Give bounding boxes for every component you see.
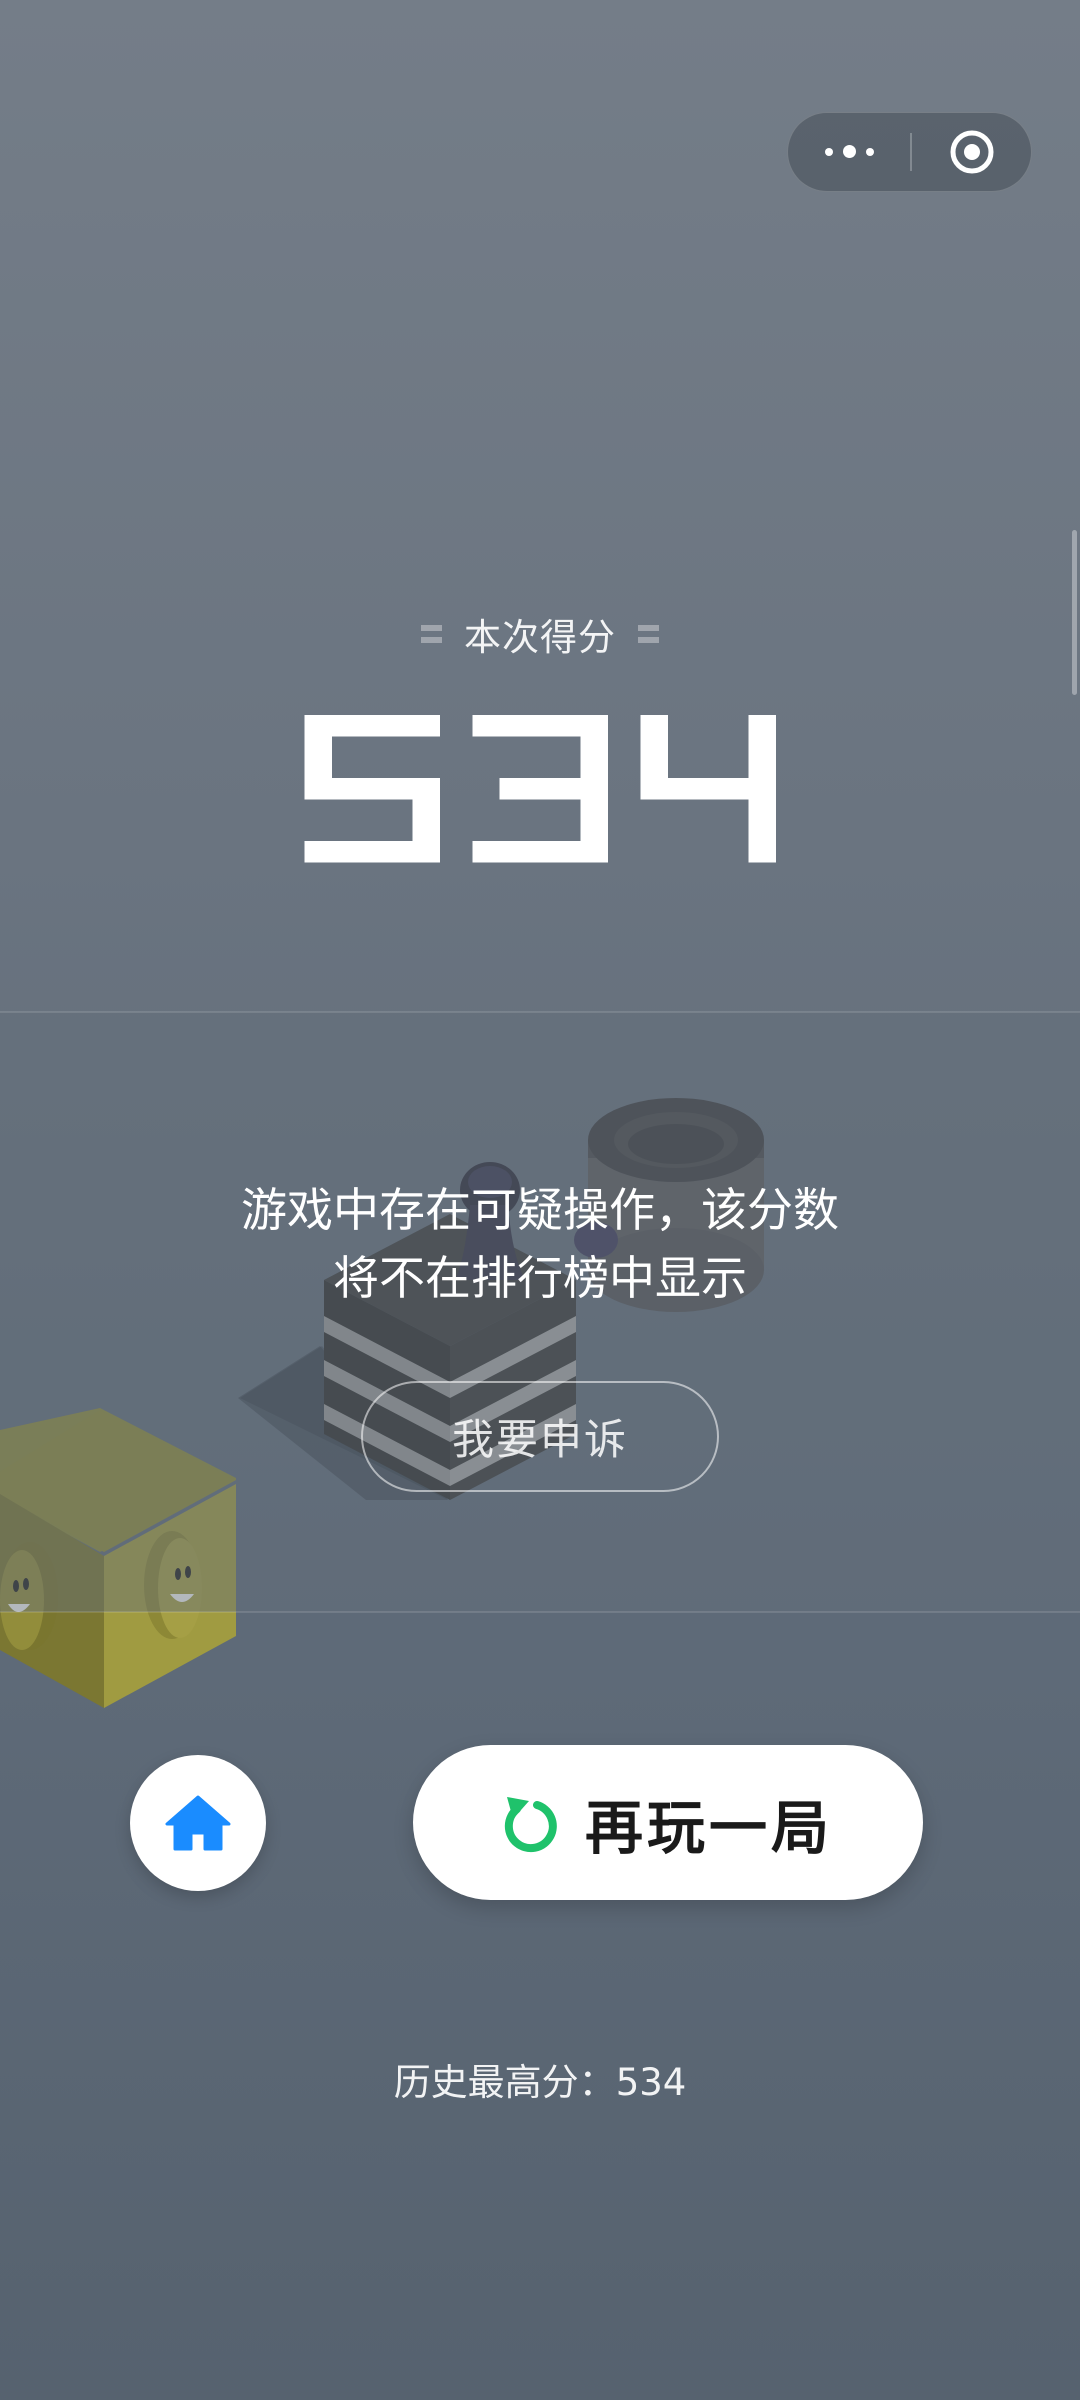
score-label-row: 本次得分 <box>0 604 1080 664</box>
target-circle-icon <box>950 130 994 173</box>
best-score-label: 历史最高分： <box>393 2061 616 2104</box>
notice-line-1: 游戏中存在可疑操作，该分数 <box>241 1183 839 1237</box>
scrollbar[interactable] <box>1072 530 1077 695</box>
score-value <box>0 705 1080 875</box>
best-score: 历史最高分：534 <box>0 2052 1080 2106</box>
score-digit <box>304 715 440 863</box>
miniprogram-capsule <box>787 112 1032 192</box>
suspicious-play-notice: 游戏中存在可疑操作，该分数 将不在排行榜中显示 <box>140 1176 940 1312</box>
divider-bottom <box>0 1611 1080 1613</box>
score-label: 本次得分 <box>464 616 616 659</box>
divider-top <box>0 1011 1080 1013</box>
score-digit <box>472 715 608 863</box>
close-miniprogram-button[interactable] <box>912 113 1032 190</box>
replay-label: 再玩一局 <box>584 1793 833 1862</box>
notice-line-2: 将不在排行榜中显示 <box>333 1251 747 1305</box>
equals-decoration-left <box>421 625 442 643</box>
refresh-icon <box>504 1796 557 1852</box>
replay-button[interactable]: 再玩一局 <box>413 1745 923 1900</box>
score-digit <box>640 715 776 863</box>
ellipsis-icon <box>824 147 833 156</box>
appeal-button[interactable]: 我要申诉 <box>361 1381 719 1492</box>
best-score-value: 534 <box>615 2061 687 2104</box>
more-menu-button[interactable] <box>788 113 910 190</box>
equals-decoration-right <box>638 625 659 643</box>
home-icon <box>165 1795 231 1851</box>
home-button[interactable] <box>130 1755 266 1891</box>
game-over-screen: 本次得分 游戏中存在可疑操作，该分数 将不在排行榜中显示 我要申诉 再玩一局 历… <box>0 0 1080 2400</box>
